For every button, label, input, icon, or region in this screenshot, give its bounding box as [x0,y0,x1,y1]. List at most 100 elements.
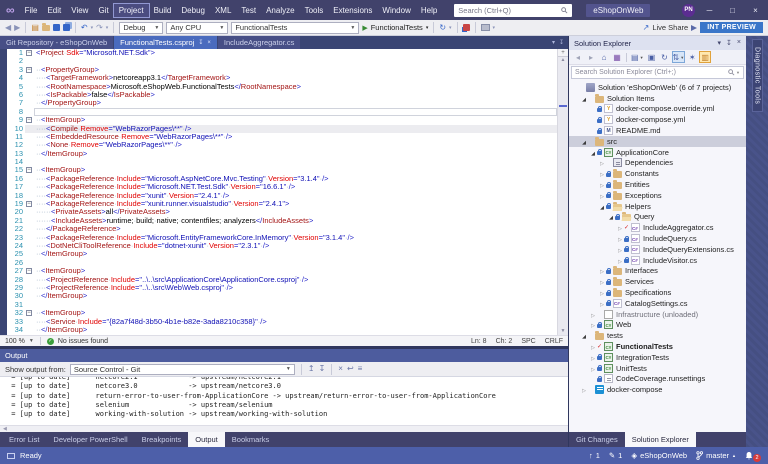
collapsed-arrow-icon[interactable] [598,299,606,308]
collapsed-arrow-icon[interactable] [616,234,624,243]
code-line-8[interactable]: 8 [7,107,557,116]
code-line-27[interactable]: 27··<ItemGroup> [7,266,557,275]
issues-status[interactable]: No issues found [58,338,108,345]
fold-collapse-icon[interactable] [26,167,32,174]
solution-platform-select[interactable]: Any CPU ▼ [166,21,229,34]
environment-dropdown-icon[interactable]: ▾ [493,23,496,33]
expanded-arrow-icon[interactable] [607,212,615,221]
panel-tab-bookmarks[interactable]: Bookmarks [225,432,277,447]
menu-analyze[interactable]: Analyze [261,4,299,17]
menu-debug[interactable]: Debug [176,4,210,17]
menu-tools[interactable]: Tools [300,4,329,17]
code-line-22[interactable]: 22 ····</PackageReference> [7,224,557,233]
fold-collapse-icon[interactable] [26,50,32,56]
tree-item-unittests[interactable]: UnitTests [569,363,746,374]
code-line-1[interactable]: 1<Project·Sdk="Microsoft.NET.Sdk"> [7,49,557,57]
redo-dropdown-icon[interactable]: ▾ [106,23,109,33]
collapsed-arrow-icon[interactable] [598,158,606,167]
menu-window[interactable]: Window [377,4,415,17]
word-wrap-icon[interactable]: ↩ [347,364,354,374]
fold-collapse-icon[interactable] [26,66,32,73]
code-line-10[interactable]: 10 ····<Compile·Remove="WebRazorPages\**"… [7,124,557,133]
collapsed-arrow-icon[interactable] [589,342,597,351]
tree-item-readme-md[interactable]: README.md [569,125,746,136]
code-line-7[interactable]: 7 ··</PropertyGroup> [7,98,557,107]
refresh-icon[interactable]: ↻ [659,51,671,63]
line-indicator[interactable]: Ln: 8 [471,338,487,345]
doc-tab[interactable]: Git Repository - eShopOnWeb [0,36,114,49]
tree-item-exceptions[interactable]: Exceptions [569,190,746,201]
collapsed-arrow-icon[interactable] [598,191,606,200]
code-line-9[interactable]: 9··<ItemGroup> [7,115,557,124]
scroll-down-icon[interactable]: ▼ [561,328,566,335]
zoom-dropdown-icon[interactable]: ▼ [29,338,34,344]
solution-explorer-title-bar[interactable]: Solution Explorer ▾ ↧ × [569,36,746,50]
solution-explorer-search-input[interactable]: Search Solution Explorer (Ctrl+;) ▼ [571,66,744,79]
close-button[interactable]: × [747,6,764,15]
health-check-icon[interactable]: ✓ [46,337,54,345]
menu-build[interactable]: Build [149,4,177,17]
open-file-icon[interactable] [41,22,50,31]
panel-tab-developer-powershell[interactable]: Developer PowerShell [46,432,134,447]
code-area[interactable]: 1<Project·Sdk="Microsoft.NET.Sdk">23··<P… [7,49,557,335]
split-editor-handle-icon[interactable]: + [558,49,568,57]
doc-tab[interactable]: FunctionalTests.csproj ↧ × [114,36,217,49]
close-panel-icon[interactable]: × [737,39,741,47]
output-content[interactable]: = [up to date] netcore2.1 -> upstream/ne… [0,377,568,425]
redo-icon[interactable]: ↷ [96,23,103,33]
collapsed-arrow-icon[interactable] [598,288,606,297]
tree-item-interfaces[interactable]: Interfaces [569,266,746,277]
profiler-icon[interactable] [462,24,470,31]
expanded-arrow-icon[interactable] [598,202,606,211]
scroll-up-icon[interactable]: ▲ [561,57,566,64]
fold-collapse-icon[interactable] [26,310,32,317]
expanded-arrow-icon[interactable] [580,94,588,103]
code-line-24[interactable]: 24 ····<DotNetCliToolReference·Include="d… [7,241,557,250]
panel-tab-solution-explorer[interactable]: Solution Explorer [624,432,696,447]
tree-item-constants[interactable]: Constants [569,168,746,179]
tree-item-includevisitor-cs[interactable]: IncludeVisitor.cs [569,255,746,266]
repository-button[interactable]: ◈ eShopOnWeb [631,451,687,460]
menu-extensions[interactable]: Extensions [328,4,377,17]
maximize-button[interactable]: □ [724,6,741,15]
pending-changes-button[interactable]: ✎ 1 [609,451,622,460]
code-line-17[interactable]: 17 ····<PackageReference·Include="Microso… [7,182,557,191]
collapsed-arrow-icon[interactable] [616,256,624,265]
fold-collapse-icon[interactable] [26,201,32,208]
commits-ahead-button[interactable]: ↑ 1 [589,451,600,460]
tree-item-helpers[interactable]: Helpers [569,201,746,212]
back-icon[interactable]: ◂ [572,51,584,63]
code-line-11[interactable]: 11 ····<EmbeddedResource·Remove="WebRazor… [7,132,557,141]
collapsed-arrow-icon[interactable] [598,180,606,189]
menu-file[interactable]: File [20,4,43,17]
code-line-4[interactable]: 4 ····<TargetFramework>netcoreapp3.1</Tar… [7,73,557,82]
clear-all-icon[interactable]: × [338,364,343,374]
menu-view[interactable]: View [66,4,93,17]
search-options-dropdown-icon[interactable]: ▼ [736,70,740,75]
save-icon[interactable] [52,24,60,31]
tree-item-docker-compose-yml[interactable]: docker-compose.yml [569,114,746,125]
code-line-15[interactable]: 15··<ItemGroup> [7,166,557,175]
tree-item-dependencies[interactable]: Dependencies [569,158,746,169]
editor-zoom-select[interactable]: 100 % [5,338,25,345]
collapsed-arrow-icon[interactable] [589,310,597,319]
menu-project[interactable]: Project [112,2,150,18]
tree-item-solution-eshoponweb-6-of-7-projects[interactable]: Solution 'eShopOnWeb' (6 of 7 projects) [569,82,746,93]
avatar[interactable]: PN [682,3,695,17]
undo-icon[interactable]: ↶ [81,23,88,33]
panel-tab-breakpoints[interactable]: Breakpoints [135,432,189,447]
code-editor[interactable]: 1<Project·Sdk="Microsoft.NET.Sdk">23··<P… [0,49,568,335]
expanded-arrow-icon[interactable] [580,137,588,146]
output-panel-title[interactable]: Output [0,349,568,362]
code-line-20[interactable]: 20 ······<PrivateAssets>all</PrivateAsset… [7,207,557,216]
minimize-button[interactable]: ─ [701,6,718,15]
properties-icon[interactable]: ✶ [686,51,698,63]
menu-git[interactable]: Git [93,4,113,17]
code-line-32[interactable]: 32··<ItemGroup> [7,308,557,317]
code-line-14[interactable]: 14 [7,157,557,166]
preview-selected-items-icon[interactable]: ▥ [699,51,712,63]
sync-with-active-document-icon[interactable]: ⇅ ▼ [671,51,686,63]
collapsed-arrow-icon[interactable] [598,169,606,178]
code-line-26[interactable]: 26 [7,258,557,267]
save-all-icon[interactable] [62,24,70,31]
